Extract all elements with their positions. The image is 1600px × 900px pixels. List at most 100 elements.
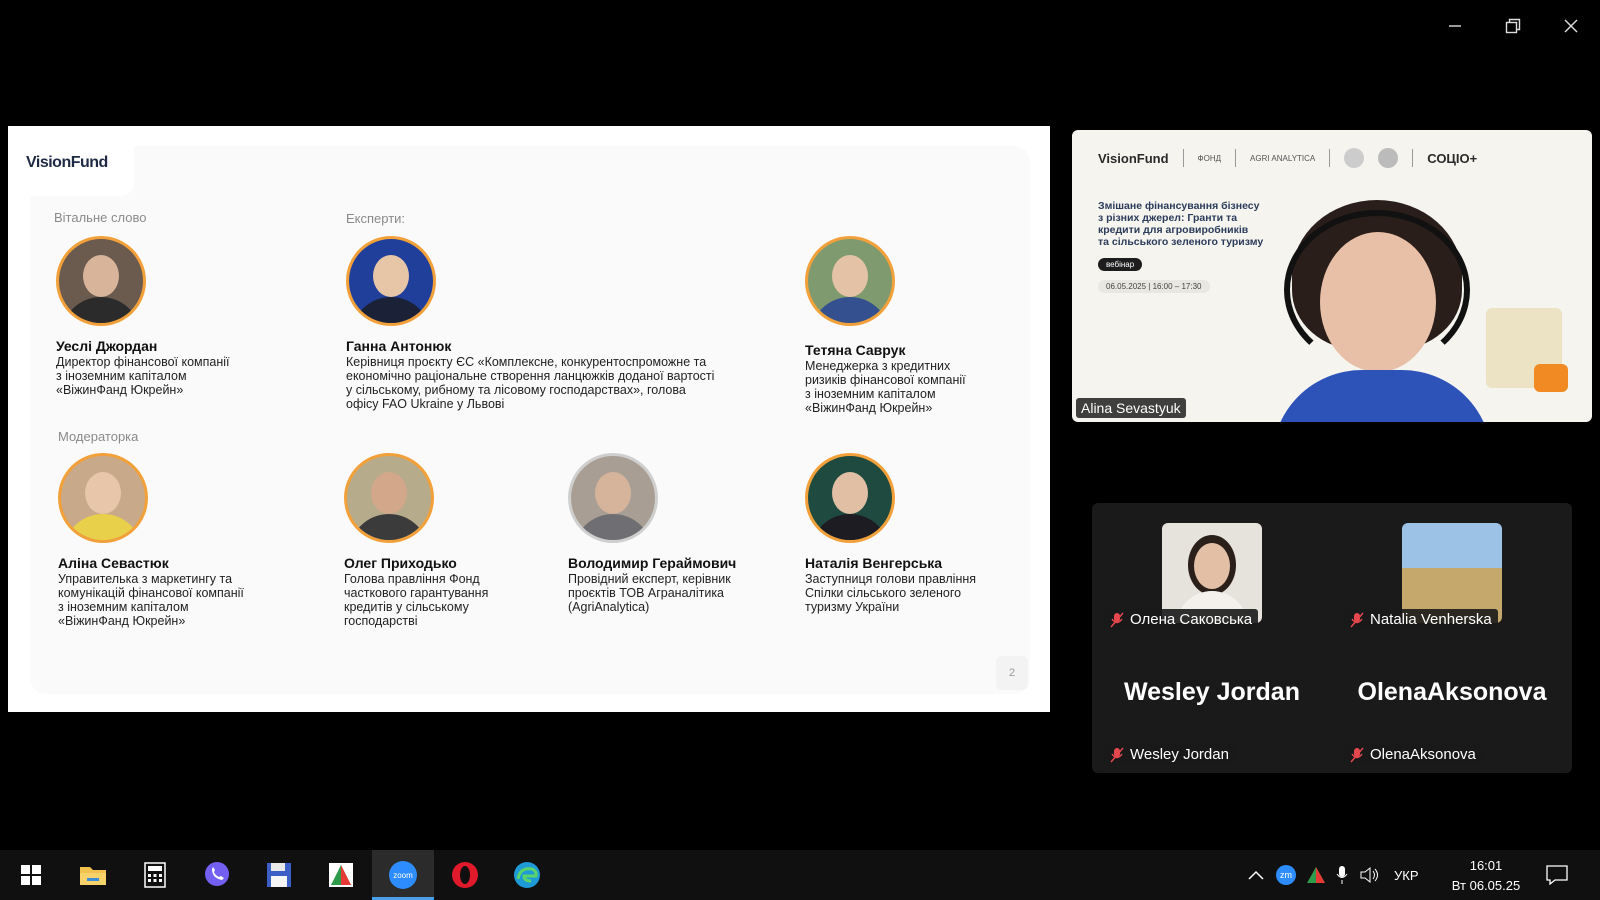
participant-name: OlenaAksonova [1370,746,1476,763]
person-name: Олег Приходько [344,555,457,571]
taskbar-file-explorer[interactable] [62,850,124,900]
taskbar-opera[interactable] [434,850,496,900]
person-role: Управителька з маркетингу та комунікацій… [58,572,244,628]
speaker-card: Тетяна Саврук Менеджерка з кредитних риз… [805,236,1025,415]
leaf-logo-icon [1344,148,1365,168]
taskbar-app[interactable] [310,850,372,900]
puzzle-graphic [1486,308,1568,392]
participant-name-label: Natalia Venherska [1344,609,1498,630]
mic-muted-icon [1110,612,1124,627]
zoom-tray-icon[interactable]: zm [1276,865,1296,885]
person-name: Ганна Антонюк [346,338,452,354]
section-moderator: Модераторка [58,429,139,444]
speaker-person [1272,200,1492,422]
restore-button[interactable] [1484,10,1542,42]
slide-logo-tab: VisionFund [8,126,134,196]
zoom-icon-label: zoom [393,871,413,880]
participant-photo [1162,523,1262,623]
avatar [344,453,434,543]
mic-muted-icon [1110,747,1124,762]
person-role: Провідний експерт, керівник проєктів ТОВ… [568,572,731,614]
partner-logo: AGRI ANALYTICA [1250,153,1316,163]
participant-tile[interactable]: OlenaAksonova OlenaAksonova [1332,638,1572,773]
participant-video-off-name: Wesley Jordan [1123,678,1300,706]
webinar-title: Змішане фінансування бізнесу з різних дж… [1098,200,1264,248]
person-role: Директор фінансової компанії з іноземним… [56,355,230,397]
volume-icon[interactable] [1360,866,1380,884]
person-name: Наталія Венгерська [805,555,943,571]
speaker-card: Ганна Антонюк Керівниця проєкту ЄС «Комп… [346,236,786,411]
app-icon [329,863,353,887]
chevron-up-icon[interactable] [1248,870,1264,880]
visionfund-logo: VisionFund [26,154,108,172]
section-experts: Експерти: [346,211,406,226]
taskbar-edge[interactable] [496,850,558,900]
zoom-tray-label: zm [1280,870,1292,880]
person-name: Володимир Гераймович [568,555,737,571]
notifications-button[interactable] [1546,850,1568,900]
start-button[interactable] [0,850,62,900]
participant-tile[interactable]: Олена Саковська [1092,503,1332,638]
file-explorer-icon [80,867,106,885]
avatar [58,453,148,543]
taskbar-zoom[interactable]: zoom [372,850,434,900]
leaf-logo-icon [1378,148,1399,168]
avatar [56,236,146,326]
mic-muted-icon [1350,612,1364,627]
edge-icon [514,862,540,888]
microphone-icon[interactable] [1336,865,1348,885]
speaker-card: Володимир Гераймович Провідний експерт, … [568,453,798,614]
participant-video-off-name: OlenaAksonova [1357,678,1547,706]
start-icon [21,865,41,885]
system-tray: zm УКР [1248,850,1419,900]
participant-name: Natalia Venherska [1370,611,1492,628]
partner-logo: СОЦІО+ [1427,150,1478,166]
opera-icon [452,862,478,888]
save-disk-icon [267,863,291,887]
speaker-card: Аліна Севастюк Управителька з маркетингу… [58,453,298,628]
person-name: Уеслі Джордан [56,338,158,354]
participant-name-label: Олена Саковська [1104,609,1259,630]
mic-muted-icon [1350,747,1364,762]
clock-time: 16:01 [1469,858,1503,873]
close-button[interactable] [1542,10,1600,42]
participant-name-label: Wesley Jordan [1104,744,1235,765]
speaker-name-label: Alina Sevastyuk [1076,398,1186,418]
participant-tile[interactable]: Wesley Jordan Wesley Jordan [1092,638,1332,773]
speaker-card: Уеслі Джордан Директор фінансової компан… [56,236,296,397]
slide-page-number: 2 [996,656,1028,690]
webinar-date: 06.05.2025 | 16:00 – 17:30 [1098,280,1210,293]
clock-date: Вт 06.05.25 [1451,878,1521,893]
minimize-icon [1449,25,1461,27]
window-controls [1426,10,1600,42]
person-name: Тетяна Саврук [805,342,906,358]
person-role: Керівниця проєкту ЄС «Комплексне, конкур… [346,355,715,411]
webinar-tag: вебінар [1098,258,1143,271]
participant-photo [1402,523,1502,623]
taskbar-calculator[interactable] [124,850,186,900]
close-icon [1564,19,1578,33]
restore-icon [1505,18,1521,34]
avatar [346,236,436,326]
clock[interactable]: 16:01 Вт 06.05.25 [1446,856,1526,896]
partner-logo: ФОНД [1197,153,1222,163]
section-welcome: Вітальне слово [54,210,147,225]
person-role: Заступниця голови правління Спілки сільс… [805,572,977,614]
participant-name-label: OlenaAksonova [1344,744,1482,765]
tray-app-icon[interactable] [1306,866,1326,884]
avatar [805,236,895,326]
speaker-card: Наталія Венгерська Заступниця голови пра… [805,453,1025,614]
taskbar-save-app[interactable] [248,850,310,900]
participant-name: Олена Саковська [1130,611,1253,628]
person-role: Голова правління Фонд часткового гаранту… [344,572,489,628]
active-speaker-video[interactable]: VisionFund ФОНД AGRI ANALYTICA СОЦІО+ Зм… [1072,130,1592,422]
minimize-button[interactable] [1426,10,1484,42]
language-indicator[interactable]: УКР [1394,868,1419,883]
headset-icon [1284,210,1470,370]
taskbar-viber[interactable] [186,850,248,900]
notification-icon [1546,865,1568,885]
participant-tile[interactable]: Natalia Venherska [1332,503,1572,638]
calculator-icon [144,862,166,888]
avatar [805,453,895,543]
zoom-icon: zoom [389,861,417,889]
